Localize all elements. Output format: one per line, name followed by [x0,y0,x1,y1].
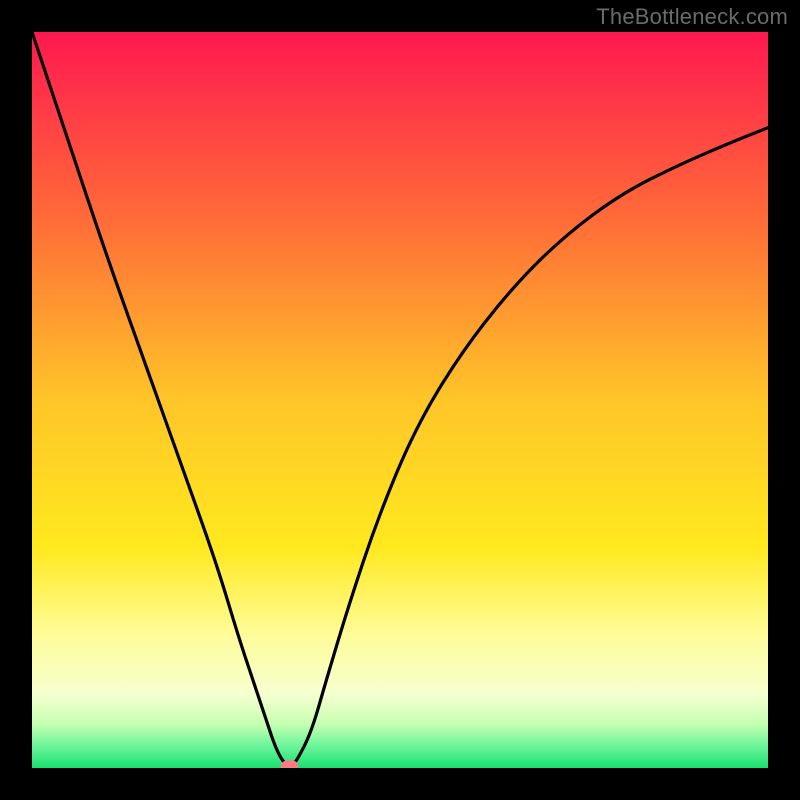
chart-background [32,32,768,768]
watermark-text: TheBottleneck.com [596,4,788,30]
chart-frame: TheBottleneck.com [0,0,800,800]
chart-plot [32,32,768,768]
